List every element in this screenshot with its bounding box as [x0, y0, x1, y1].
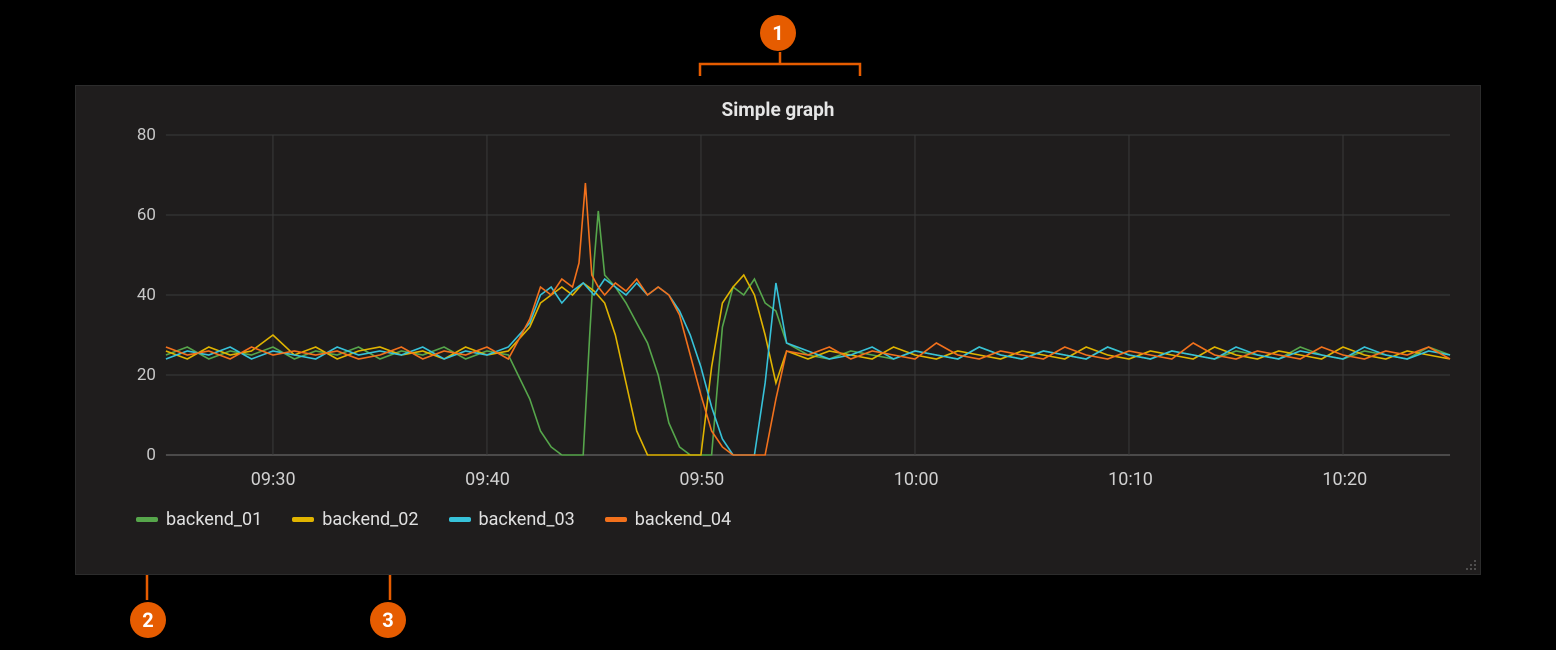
- panel-title: Simple graph: [76, 86, 1480, 125]
- svg-text:40: 40: [137, 285, 156, 305]
- legend-label: backend_02: [322, 509, 418, 530]
- x-tick-label: 09:40: [465, 469, 510, 490]
- legend-label: backend_04: [635, 509, 731, 530]
- series-line-backend_03: [166, 279, 1450, 455]
- chart-legend: backend_01 backend_02 backend_03 backend_04: [136, 509, 1480, 530]
- series-line-backend_01: [166, 211, 1450, 455]
- legend-item-backend_01[interactable]: backend_01: [136, 509, 262, 530]
- chart-plot-area[interactable]: 0 20 40 60 80: [116, 125, 1460, 465]
- legend-item-backend_04[interactable]: backend_04: [605, 509, 731, 530]
- legend-swatch: [449, 517, 471, 522]
- x-axis-labels: 09:30 09:40 09:50 10:00 10:10 10:20: [116, 465, 1460, 493]
- callout-badge-3: 3: [370, 602, 406, 638]
- legend-swatch: [292, 517, 314, 522]
- svg-text:20: 20: [137, 365, 156, 385]
- svg-text:60: 60: [137, 205, 156, 225]
- graph-panel[interactable]: Simple graph 0 20 40 60 80 09:30 09:40 09:50 10…: [75, 85, 1481, 575]
- legend-item-backend_02[interactable]: backend_02: [292, 509, 418, 530]
- x-tick-label: 10:10: [1108, 469, 1153, 490]
- x-tick-label: 10:20: [1322, 469, 1367, 490]
- legend-swatch: [136, 517, 158, 522]
- x-tick-label: 10:00: [894, 469, 939, 490]
- x-tick-label: 09:30: [251, 469, 296, 490]
- legend-label: backend_01: [166, 509, 262, 530]
- svg-text:80: 80: [137, 125, 156, 145]
- series-line-backend_04: [166, 183, 1450, 455]
- legend-item-backend_03[interactable]: backend_03: [449, 509, 575, 530]
- x-tick-label: 09:50: [679, 469, 724, 490]
- callout-badge-2: 2: [130, 602, 166, 638]
- legend-label: backend_03: [479, 509, 575, 530]
- svg-text:0: 0: [146, 445, 156, 465]
- legend-swatch: [605, 517, 627, 522]
- series-line-backend_02: [166, 275, 1450, 455]
- callout-badge-1: 1: [760, 15, 796, 51]
- panel-resize-handle-icon[interactable]: [1462, 556, 1476, 570]
